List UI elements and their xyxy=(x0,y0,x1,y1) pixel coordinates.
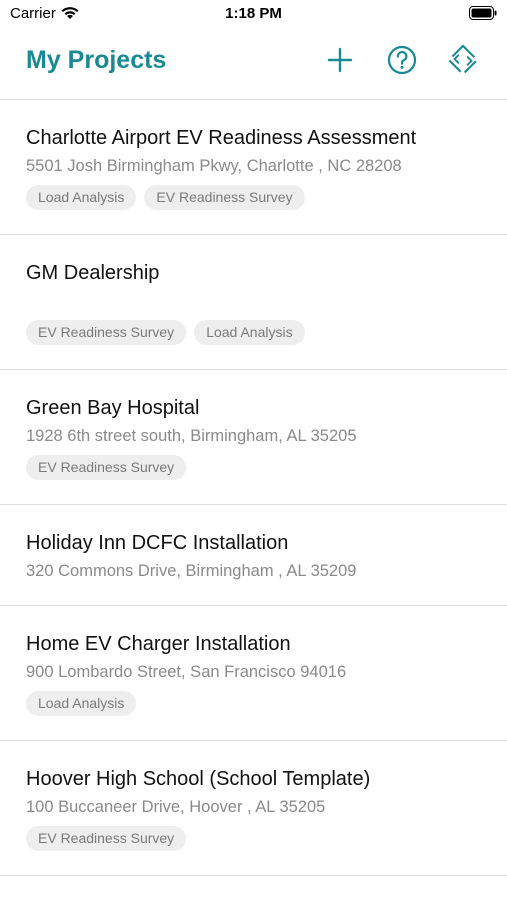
project-row[interactable]: Charlotte Airport EV Readiness Assessmen… xyxy=(0,100,507,235)
tag-list: EV Readiness Survey xyxy=(26,826,481,851)
project-address: 900 Lombardo Street, San Francisco 94016 xyxy=(26,663,347,681)
tag-chip: Load Analysis xyxy=(26,691,137,716)
project-address xyxy=(26,291,481,311)
tag-chip: EV Readiness Survey xyxy=(144,185,305,210)
project-name: Holiday Inn DCFC Installation xyxy=(26,532,289,554)
sync-button[interactable] xyxy=(447,44,479,76)
battery-icon xyxy=(469,6,497,20)
project-name: Home EV Charger Installation xyxy=(26,633,291,655)
clock: 1:18 PM xyxy=(225,5,282,22)
project-row[interactable]: Holiday Inn DCFC Installation 320 Common… xyxy=(0,505,507,606)
tag-list: EV Readiness Survey Load Analysis xyxy=(26,320,481,345)
project-row[interactable]: Green Bay Hospital 1928 6th street south… xyxy=(0,370,507,505)
tag-chip: EV Readiness Survey xyxy=(26,826,187,851)
help-circle-icon xyxy=(387,45,417,75)
page-title: My Projects xyxy=(26,46,167,74)
project-row[interactable]: Home EV Charger Installation 900 Lombard… xyxy=(0,606,507,741)
tag-list: Load Analysis EV Readiness Survey xyxy=(26,185,481,210)
project-address: 1928 6th street south, Birmingham, AL 35… xyxy=(26,427,357,445)
project-address: 320 Commons Drive, Birmingham , AL 35209 xyxy=(26,562,357,580)
project-row[interactable]: Hoover High School (School Template) 100… xyxy=(0,741,507,876)
plus-icon xyxy=(327,47,353,73)
navigation-bar: My Projects xyxy=(0,28,507,100)
tag-chip: EV Readiness Survey xyxy=(26,455,187,480)
tag-chip: EV Readiness Survey xyxy=(26,320,187,345)
help-button[interactable] xyxy=(386,44,418,76)
project-name: Charlotte Airport EV Readiness Assessmen… xyxy=(26,127,417,149)
project-list: Charlotte Airport EV Readiness Assessmen… xyxy=(0,100,507,900)
project-name: Hoover High School (School Template) xyxy=(26,768,371,790)
tag-chip: Load Analysis xyxy=(26,185,137,210)
tag-list: EV Readiness Survey xyxy=(26,455,481,480)
project-address: 5501 Josh Birmingham Pkwy, Charlotte , N… xyxy=(26,157,402,175)
project-name: GM Dealership xyxy=(26,262,160,284)
project-address: 100 Buccaneer Drive, Hoover , AL 35205 xyxy=(26,798,326,816)
project-name: Green Bay Hospital xyxy=(26,397,200,419)
diamond-arrows-icon xyxy=(447,44,479,76)
tag-list: Load Analysis xyxy=(26,691,481,716)
tag-chip: Load Analysis xyxy=(194,320,305,345)
project-row[interactable]: GM Dealership EV Readiness Survey Load A… xyxy=(0,235,507,370)
add-project-button[interactable] xyxy=(324,44,356,76)
status-bar: Carrier 1:18 PM xyxy=(0,0,507,28)
